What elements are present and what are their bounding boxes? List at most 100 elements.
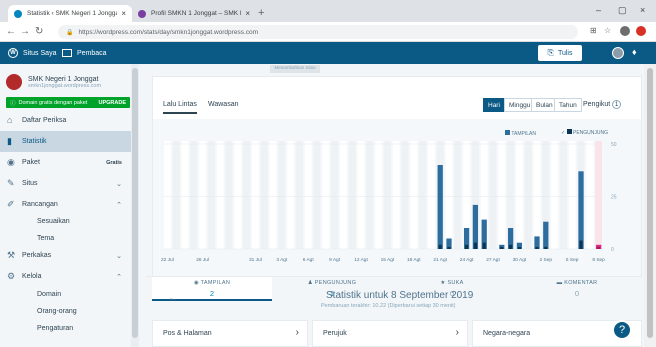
tab-insights[interactable]: Wawasan [208,101,238,108]
person-icon: ♟ [307,280,315,286]
chevron-up-icon: ⌃ [116,201,122,209]
site-card[interactable]: SMK Negeri 1 Jonggat smkn1jonggat.wordpr… [6,70,131,94]
minimize-icon[interactable]: – [596,5,601,15]
pencil-icon: ✎ [7,178,15,188]
sidebar-scrollbar[interactable] [131,64,139,347]
chart-column-bg [331,141,338,249]
sidebar-item-plan[interactable]: ◉ Paket Gratis [0,152,131,173]
star-icon[interactable]: ☆ [604,26,611,35]
close-window-icon[interactable]: × [640,5,645,15]
tab-title: Profil SMKN 1 Jonggat – SMK N [151,10,242,17]
sidebar-item-tools[interactable]: ⚒ Perkakas ⌄ [0,245,131,266]
forward-icon[interactable]: → [20,26,30,37]
period-day-button[interactable]: Hari [483,98,505,112]
browser-tab-stats[interactable]: Statistik ‹ SMK Negeri 1 Jonggat × [8,5,132,22]
legend-views-label: TAMPILAN [511,131,536,137]
chart-column-bg [366,141,374,249]
wordpress-icon [14,9,22,18]
back-arrow-icon[interactable]: ← [168,293,178,304]
chevron-up-icon: ⌃ [116,273,122,281]
chart-column-bg [225,141,233,249]
sidebar-subitem-domains[interactable]: Domain [37,291,61,298]
chart-column-bg [401,141,409,249]
views-chart: 50 25 0 22 Jul 26 Jul 31 Jul 3 Agt 6 Agt 9 Agt 12… [161,141,617,263]
legend-views-swatch [505,130,510,135]
check-icon: ✓ [561,130,566,136]
url-field[interactable]: 🔒 https://wordpress.com/stats/day/smkn1j… [58,25,578,39]
profile-icon[interactable] [620,26,630,36]
sidebar-subitem-people[interactable]: Orang-orang [37,308,77,315]
module-title: Negara-negara [483,330,531,337]
chart-bar-visitors [500,246,504,249]
summary-comments-tab[interactable]: ▬ KOMENTAR 0 [512,277,642,301]
sidebar-item-manage[interactable]: ⚙ Kelola ⌃ [0,266,131,287]
sidebar-item-site[interactable]: ✎ Situs ⌄ [0,173,131,194]
chart-column-bg [340,141,347,249]
my-site-link[interactable]: W Situs Saya [8,42,56,64]
upgrade-label: UPGRADE [98,99,126,106]
chart-column-bg [516,141,523,249]
sidebar-item-label: Kelola [22,273,42,280]
chart-x-tick-label: 31 Jul [249,257,262,263]
chart-column-bg [498,141,506,249]
browser-tab-profile[interactable]: Profil SMKN 1 Jonggat – SMK N × [132,5,256,22]
sidebar-item-design[interactable]: ✐ Rancangan ⌃ [0,194,131,215]
translate-icon[interactable]: ⊞ [590,26,597,35]
back-icon[interactable]: ← [6,26,16,37]
scrollbar-thumb[interactable] [647,68,653,338]
chart-column-bg [560,141,567,249]
reader-label: Pembaca [77,49,107,57]
chart-column-bg [357,141,365,249]
write-button[interactable]: ⎘ Tulis [538,45,582,61]
sidebar-subitem-customize[interactable]: Sesuaikan [37,218,70,225]
help-button[interactable]: ? [612,320,632,340]
my-site-label: Situs Saya [23,49,57,57]
extension-icon[interactable] [636,26,646,36]
chart-column-bg [260,141,268,249]
chart-column-bg [164,141,171,249]
chart-bar-visitors [438,244,442,249]
sidebar-item-stats[interactable]: ▮ Statistik [0,131,131,152]
chart-bar-visitors [473,242,477,249]
sidebar-item-checklist[interactable]: ⌂ Daftar Periksa [0,110,131,131]
posts-pages-module[interactable]: Pos & Halaman › [152,320,308,347]
chart-column-bg [287,141,294,249]
avatar[interactable] [612,47,624,59]
close-icon[interactable]: × [245,9,250,18]
wordpress-icon: W [8,48,18,58]
chart-column-bg [234,141,242,249]
reader-link[interactable]: Pembaca [62,42,107,64]
scrollbar-thumb[interactable] [132,68,138,338]
stats-date-title: Statistik untuk 8 September 2019 [326,290,474,301]
chart-column-bg [172,141,180,249]
maximize-icon[interactable]: ▢ [618,5,627,16]
sidebar-subitem-settings[interactable]: Pengaturan [37,325,73,332]
followers-link[interactable]: Pengikut 1 [583,100,622,109]
close-icon[interactable]: × [121,9,126,18]
tab-traffic[interactable]: Lalu Lintas [163,101,197,114]
period-year-button[interactable]: Tahun [554,98,582,112]
chart-x-tick-label: 12 Agt [354,257,368,263]
summary-label: SUKA [447,280,464,286]
reload-icon[interactable]: ↻ [35,26,43,37]
chart-bar-visitors [509,244,513,249]
page-scrollbar[interactable] [644,64,656,347]
notifications-icon[interactable]: ♦ [632,47,637,57]
chart-column-bg [278,141,286,249]
site-logo [6,74,22,90]
chart-column-bg [190,141,198,249]
chart-bar-visitors [465,244,469,249]
legend-visitors[interactable]: ✓ PENGUNJUNG [561,129,608,136]
site-icon [138,9,146,18]
new-tab-button[interactable]: + [258,7,264,19]
referrers-module[interactable]: Perujuk › [312,320,468,347]
chart-x-tick-label: 30 Agt [513,257,527,263]
legend-views: TAMPILAN [505,130,536,137]
sidebar-item-label: Statistik [22,138,47,145]
upgrade-banner[interactable]: ⓘ Domain gratis dengan paket UPGRADE [6,97,130,108]
chevron-right-icon: › [295,327,299,338]
sidebar-subitem-themes[interactable]: Tema [37,235,54,242]
site-name: SMK Negeri 1 Jonggat [28,75,99,83]
eye-icon: ◉ [193,280,201,286]
chart-column-bg [384,141,391,249]
